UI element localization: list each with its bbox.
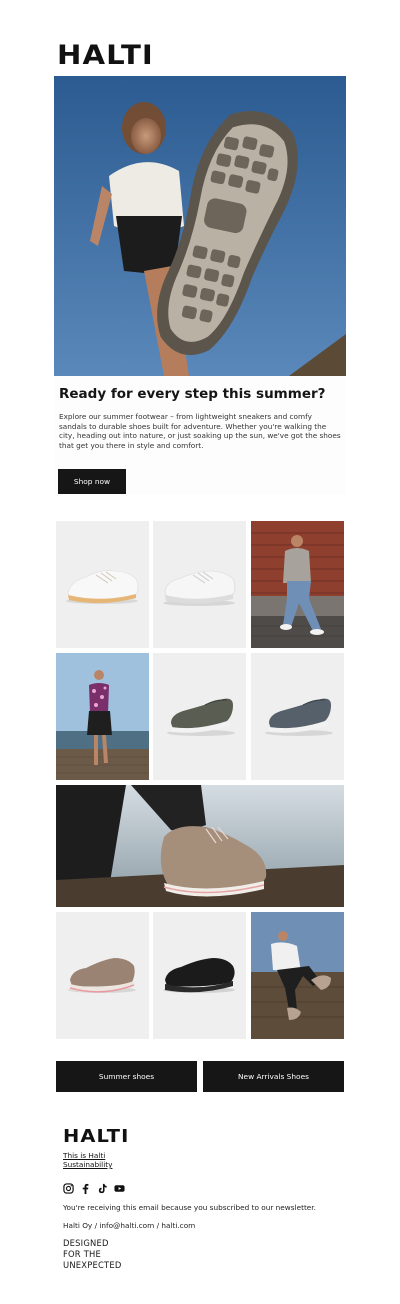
brand-logo[interactable]: HALTI [57,40,154,72]
lifestyle-tile-man-bench[interactable] [251,912,344,1039]
tagline-line-3: UNEXPECTED [63,1260,122,1270]
tagline-line-1: DESIGNED [63,1238,109,1248]
product-tile-olive-slip-on[interactable] [153,653,246,780]
subscription-notice: You're receiving this email because you … [63,1203,316,1212]
summer-shoes-button[interactable]: Summer shoes [56,1061,197,1092]
hero-image[interactable] [54,76,346,376]
intro-section: Ready for every step this summer? Explor… [54,376,346,494]
link-this-is-halti[interactable]: This is Halti [63,1151,105,1160]
facebook-icon[interactable] [80,1179,91,1194]
shop-now-button[interactable]: Shop now [58,469,126,494]
brand-tagline: DESIGNED FOR THE UNEXPECTED [63,1238,121,1271]
lifestyle-tile-man-brick-wall[interactable] [251,521,344,648]
product-tile-grey-slip-on[interactable] [251,653,344,780]
lifestyle-tile-woman-pier[interactable] [56,653,149,780]
contact-info: Halti Oy / info@halti.com / halti.com [63,1221,196,1230]
link-sustainability[interactable]: Sustainability [63,1160,112,1169]
product-tile-white-sneaker-beige[interactable] [56,521,149,648]
instagram-icon[interactable] [63,1179,74,1194]
intro-heading: Ready for every step this summer? [59,386,326,402]
social-icons [63,1179,125,1194]
youtube-icon[interactable] [114,1179,125,1192]
tagline-line-2: FOR THE [63,1249,101,1259]
new-arrivals-button[interactable]: New Arrivals Shoes [203,1061,344,1092]
tiktok-icon[interactable] [97,1179,108,1194]
footer-logo[interactable]: HALTI [63,1126,129,1147]
lifestyle-banner-shoe-dock[interactable] [56,785,344,907]
product-tile-black-trail[interactable] [153,912,246,1039]
product-tile-beige-pink-trail[interactable] [56,912,149,1039]
intro-body: Explore our summer footwear – from light… [59,412,341,450]
product-tile-white-sneaker-grey[interactable] [153,521,246,648]
